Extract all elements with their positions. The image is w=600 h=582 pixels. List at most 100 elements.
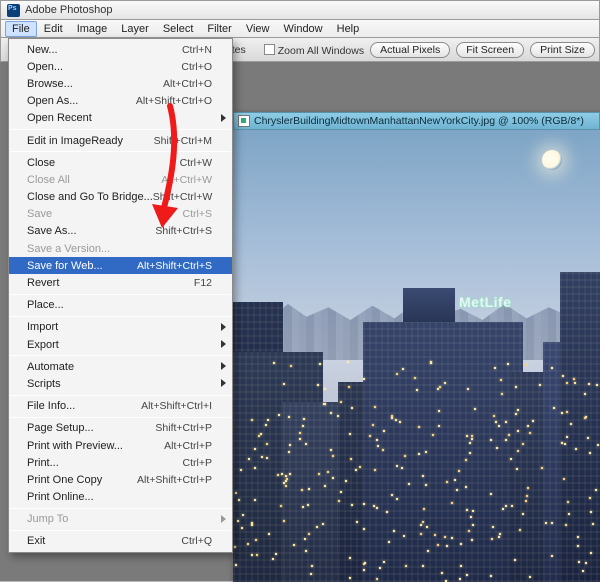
menu-item-open-recent[interactable]: Open Recent bbox=[9, 110, 232, 127]
menu-item-label: Export bbox=[27, 339, 212, 351]
menu-item-page-setup[interactable]: Page Setup...Shift+Ctrl+P bbox=[9, 420, 232, 437]
menu-item-open[interactable]: Open...Ctrl+O bbox=[9, 58, 232, 75]
menu-item-label: Automate bbox=[27, 361, 212, 373]
menu-item-label: Import bbox=[27, 321, 212, 333]
menu-item-edit-in-imageready[interactable]: Edit in ImageReadyShift+Ctrl+M bbox=[9, 132, 232, 149]
menu-item-save-for-web[interactable]: Save for Web...Alt+Shift+Ctrl+S bbox=[9, 257, 232, 274]
menu-item-export[interactable]: Export bbox=[9, 336, 232, 353]
metlife-sign: MetLife bbox=[459, 294, 512, 310]
menu-item-new[interactable]: New...Ctrl+N bbox=[9, 41, 232, 58]
menu-item-save-as[interactable]: Save As...Shift+Ctrl+S bbox=[9, 223, 232, 240]
menu-item-label: Place... bbox=[27, 299, 212, 311]
document-window[interactable]: ChryslerBuildingMidtownManhattanNewYorkC… bbox=[233, 112, 600, 582]
menu-item-print-with-preview[interactable]: Print with Preview...Alt+Ctrl+P bbox=[9, 437, 232, 454]
menu-separator bbox=[10, 530, 231, 531]
fit-screen-button[interactable]: Fit Screen bbox=[456, 42, 524, 58]
menu-separator bbox=[10, 417, 231, 418]
document-titlebar[interactable]: ChryslerBuildingMidtownManhattanNewYorkC… bbox=[233, 112, 600, 130]
menu-item-print[interactable]: Print...Ctrl+P bbox=[9, 454, 232, 471]
menu-item-label: Save a Version... bbox=[27, 243, 212, 255]
menu-item-revert[interactable]: RevertF12 bbox=[9, 274, 232, 291]
menubar-item-layer[interactable]: Layer bbox=[114, 21, 156, 37]
menu-item-save-a-version: Save a Version... bbox=[9, 240, 232, 257]
menu-item-shortcut: Ctrl+P bbox=[183, 457, 212, 469]
chevron-right-icon bbox=[221, 323, 226, 331]
menubar-item-edit[interactable]: Edit bbox=[37, 21, 70, 37]
menu-item-label: Save for Web... bbox=[27, 260, 137, 272]
menu-separator bbox=[10, 151, 231, 152]
menu-item-close-and-go-to-bridge[interactable]: Close and Go To Bridge...Shift+Ctrl+W bbox=[9, 189, 232, 206]
menu-item-label: Close bbox=[27, 157, 180, 169]
menu-item-import[interactable]: Import bbox=[9, 319, 232, 336]
menu-item-file-info[interactable]: File Info...Alt+Shift+Ctrl+I bbox=[9, 398, 232, 415]
menu-separator bbox=[10, 355, 231, 356]
menu-item-label: Close and Go To Bridge... bbox=[27, 191, 153, 203]
menu-item-label: Revert bbox=[27, 277, 194, 289]
menu-item-print-one-copy[interactable]: Print One CopyAlt+Shift+Ctrl+P bbox=[9, 471, 232, 488]
app-icon bbox=[7, 4, 20, 17]
zoom-all-label: Zoom All Windows bbox=[278, 45, 364, 57]
menu-item-shortcut: Alt+Shift+Ctrl+I bbox=[141, 400, 212, 412]
menu-item-label: Print Online... bbox=[27, 491, 212, 503]
menu-item-close-all: Close AllAlt+Ctrl+W bbox=[9, 171, 232, 188]
menu-item-label: Open As... bbox=[27, 95, 136, 107]
chevron-right-icon bbox=[221, 362, 226, 370]
menu-item-label: Print One Copy bbox=[27, 474, 137, 486]
menu-item-label: Save bbox=[27, 208, 183, 220]
menu-item-label: Exit bbox=[27, 535, 181, 547]
menu-item-place[interactable]: Place... bbox=[9, 297, 232, 314]
menubar-item-file[interactable]: File bbox=[5, 21, 37, 37]
chevron-right-icon bbox=[221, 379, 226, 387]
menu-item-label: Save As... bbox=[27, 225, 155, 237]
menu-item-shortcut: Alt+Ctrl+P bbox=[164, 440, 212, 452]
menubar-item-view[interactable]: View bbox=[239, 21, 277, 37]
menu-item-automate[interactable]: Automate bbox=[9, 358, 232, 375]
menu-item-shortcut: Shift+Ctrl+W bbox=[153, 191, 213, 203]
menu-separator bbox=[10, 508, 231, 509]
menubar-item-filter[interactable]: Filter bbox=[200, 21, 238, 37]
menubar-item-select[interactable]: Select bbox=[156, 21, 201, 37]
menu-item-label: File Info... bbox=[27, 400, 141, 412]
menu-separator bbox=[10, 294, 231, 295]
document-canvas[interactable]: MetLife bbox=[233, 130, 600, 582]
menu-item-print-online[interactable]: Print Online... bbox=[9, 489, 232, 506]
chevron-right-icon bbox=[221, 340, 226, 348]
menu-separator bbox=[10, 395, 231, 396]
menubar-item-image[interactable]: Image bbox=[70, 21, 115, 37]
menubar: FileEditImageLayerSelectFilterViewWindow… bbox=[0, 20, 600, 38]
menu-item-label: Print... bbox=[27, 457, 183, 469]
menu-item-exit[interactable]: ExitCtrl+Q bbox=[9, 533, 232, 550]
menu-item-label: Close All bbox=[27, 174, 161, 186]
menu-item-label: Browse... bbox=[27, 78, 163, 90]
building bbox=[560, 272, 600, 582]
menu-item-save: SaveCtrl+S bbox=[9, 206, 232, 223]
menu-separator bbox=[10, 316, 231, 317]
menu-item-close[interactable]: CloseCtrl+W bbox=[9, 154, 232, 171]
document-icon bbox=[238, 115, 250, 127]
menu-item-shortcut: Alt+Ctrl+W bbox=[161, 174, 212, 186]
menu-item-open-as[interactable]: Open As...Alt+Shift+Ctrl+O bbox=[9, 93, 232, 110]
menu-item-shortcut: F12 bbox=[194, 277, 212, 289]
zoom-all-checkbox[interactable]: Zoom All Windows bbox=[264, 41, 364, 59]
menu-item-shortcut: Ctrl+O bbox=[181, 61, 212, 73]
menu-separator bbox=[10, 129, 231, 130]
moon bbox=[542, 150, 562, 170]
menu-item-label: Jump To bbox=[27, 513, 212, 525]
print-size-button[interactable]: Print Size bbox=[530, 42, 595, 58]
menu-item-shortcut: Ctrl+Q bbox=[181, 535, 212, 547]
menu-item-label: New... bbox=[27, 44, 182, 56]
menu-item-label: Edit in ImageReady bbox=[27, 135, 154, 147]
chevron-right-icon bbox=[221, 114, 226, 122]
menu-item-browse[interactable]: Browse...Alt+Ctrl+O bbox=[9, 75, 232, 92]
menu-item-shortcut: Shift+Ctrl+M bbox=[154, 135, 212, 147]
menu-item-scripts[interactable]: Scripts bbox=[9, 375, 232, 392]
actual-pixels-button[interactable]: Actual Pixels bbox=[370, 42, 450, 58]
menu-item-jump-to: Jump To bbox=[9, 511, 232, 528]
menubar-item-window[interactable]: Window bbox=[277, 21, 330, 37]
menu-item-shortcut: Ctrl+N bbox=[182, 44, 212, 56]
menu-item-label: Page Setup... bbox=[27, 422, 155, 434]
app-title: Adobe Photoshop bbox=[25, 4, 112, 16]
menu-item-shortcut: Alt+Shift+Ctrl+P bbox=[137, 474, 212, 486]
menu-item-shortcut: Alt+Shift+Ctrl+O bbox=[136, 95, 212, 107]
menubar-item-help[interactable]: Help bbox=[330, 21, 367, 37]
